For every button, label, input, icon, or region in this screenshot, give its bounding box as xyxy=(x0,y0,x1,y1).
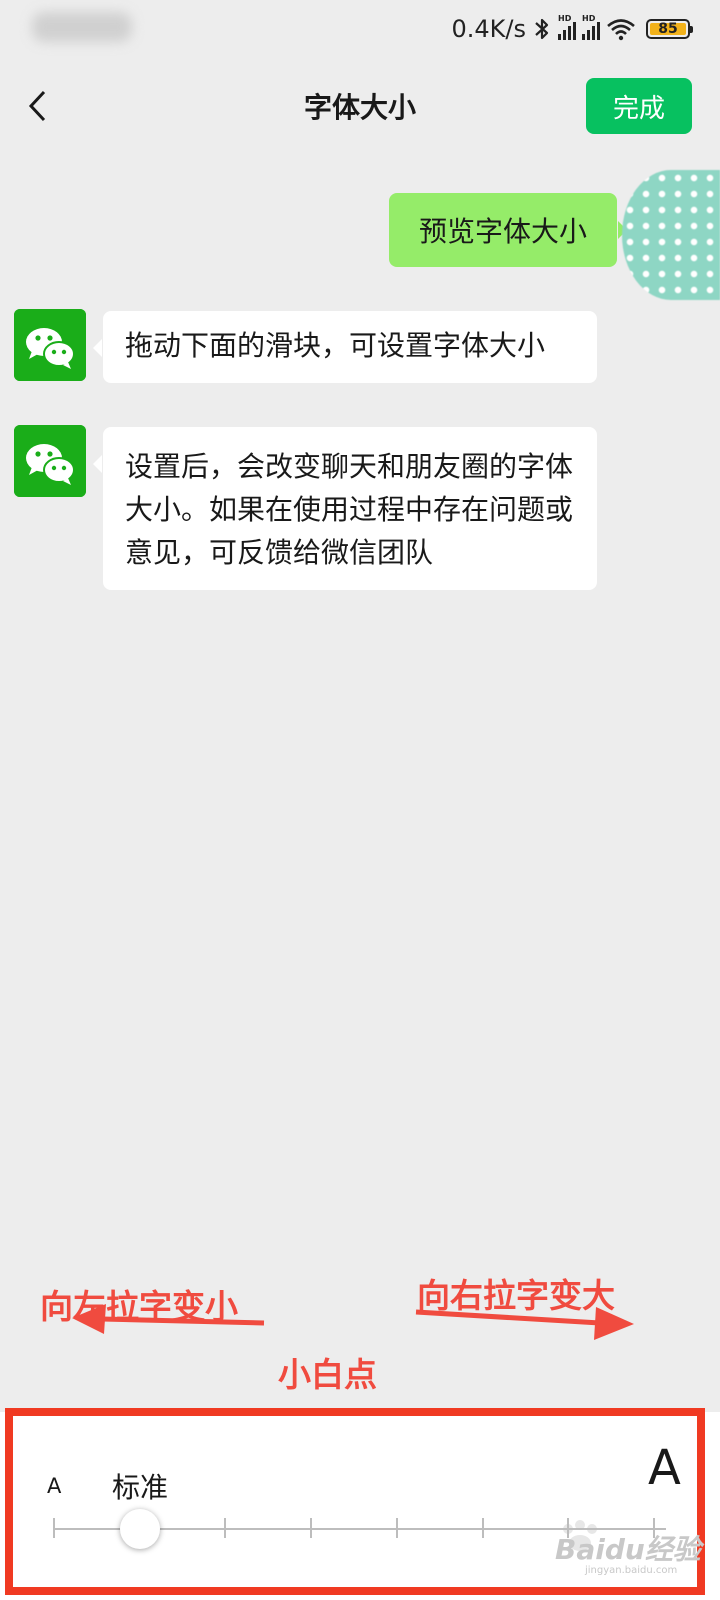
large-font-label: A xyxy=(648,1440,681,1496)
battery-level: 85 xyxy=(658,21,678,37)
done-button[interactable]: 完成 xyxy=(586,78,692,134)
slider-tick[interactable] xyxy=(53,1518,55,1538)
bot-message-bubble: 设置后，会改变聊天和朋友圈的字体大小。如果在使用过程中存在问题或意见，可反馈给微… xyxy=(93,427,597,590)
wifi-icon xyxy=(607,19,635,41)
signal-icon: HD xyxy=(582,14,600,40)
battery-icon: 85 xyxy=(646,19,693,39)
small-font-label: A xyxy=(47,1474,62,1498)
wechat-logo-icon xyxy=(14,309,86,381)
network-speed: 0.4K/s xyxy=(451,15,527,43)
carrier-name-blurred xyxy=(32,12,132,42)
font-level-label: 标准 xyxy=(112,1471,169,1504)
nav-bar: 字体大小 完成 xyxy=(0,62,720,150)
my-avatar[interactable] xyxy=(622,170,720,300)
watermark-logo-text: Baidu经验 xyxy=(555,1533,701,1566)
slider-tick[interactable] xyxy=(481,1518,484,1538)
slider-tick[interactable] xyxy=(310,1518,313,1538)
bot-message-bubble: 拖动下面的滑块，可设置字体大小 xyxy=(93,311,597,383)
watermark-url: jingyan.baidu.com xyxy=(585,1565,678,1576)
font-size-slider-handle[interactable] xyxy=(119,1509,160,1549)
wechat-logo-icon xyxy=(14,425,86,497)
slider-tick[interactable] xyxy=(224,1518,227,1538)
bluetooth-icon xyxy=(535,18,549,40)
my-message-bubble: 预览字体大小 xyxy=(389,193,627,267)
status-indicators: 0.4K/s HD HD 85 xyxy=(451,14,693,44)
arrow-right-icon xyxy=(415,1307,634,1340)
slider-tick[interactable] xyxy=(395,1518,398,1538)
signal-icon: HD xyxy=(558,14,576,40)
arrow-left-icon xyxy=(72,1304,265,1334)
annotation-dot: 小白点 xyxy=(278,1355,377,1394)
status-bar: 0.4K/s HD HD 85 xyxy=(0,0,720,62)
